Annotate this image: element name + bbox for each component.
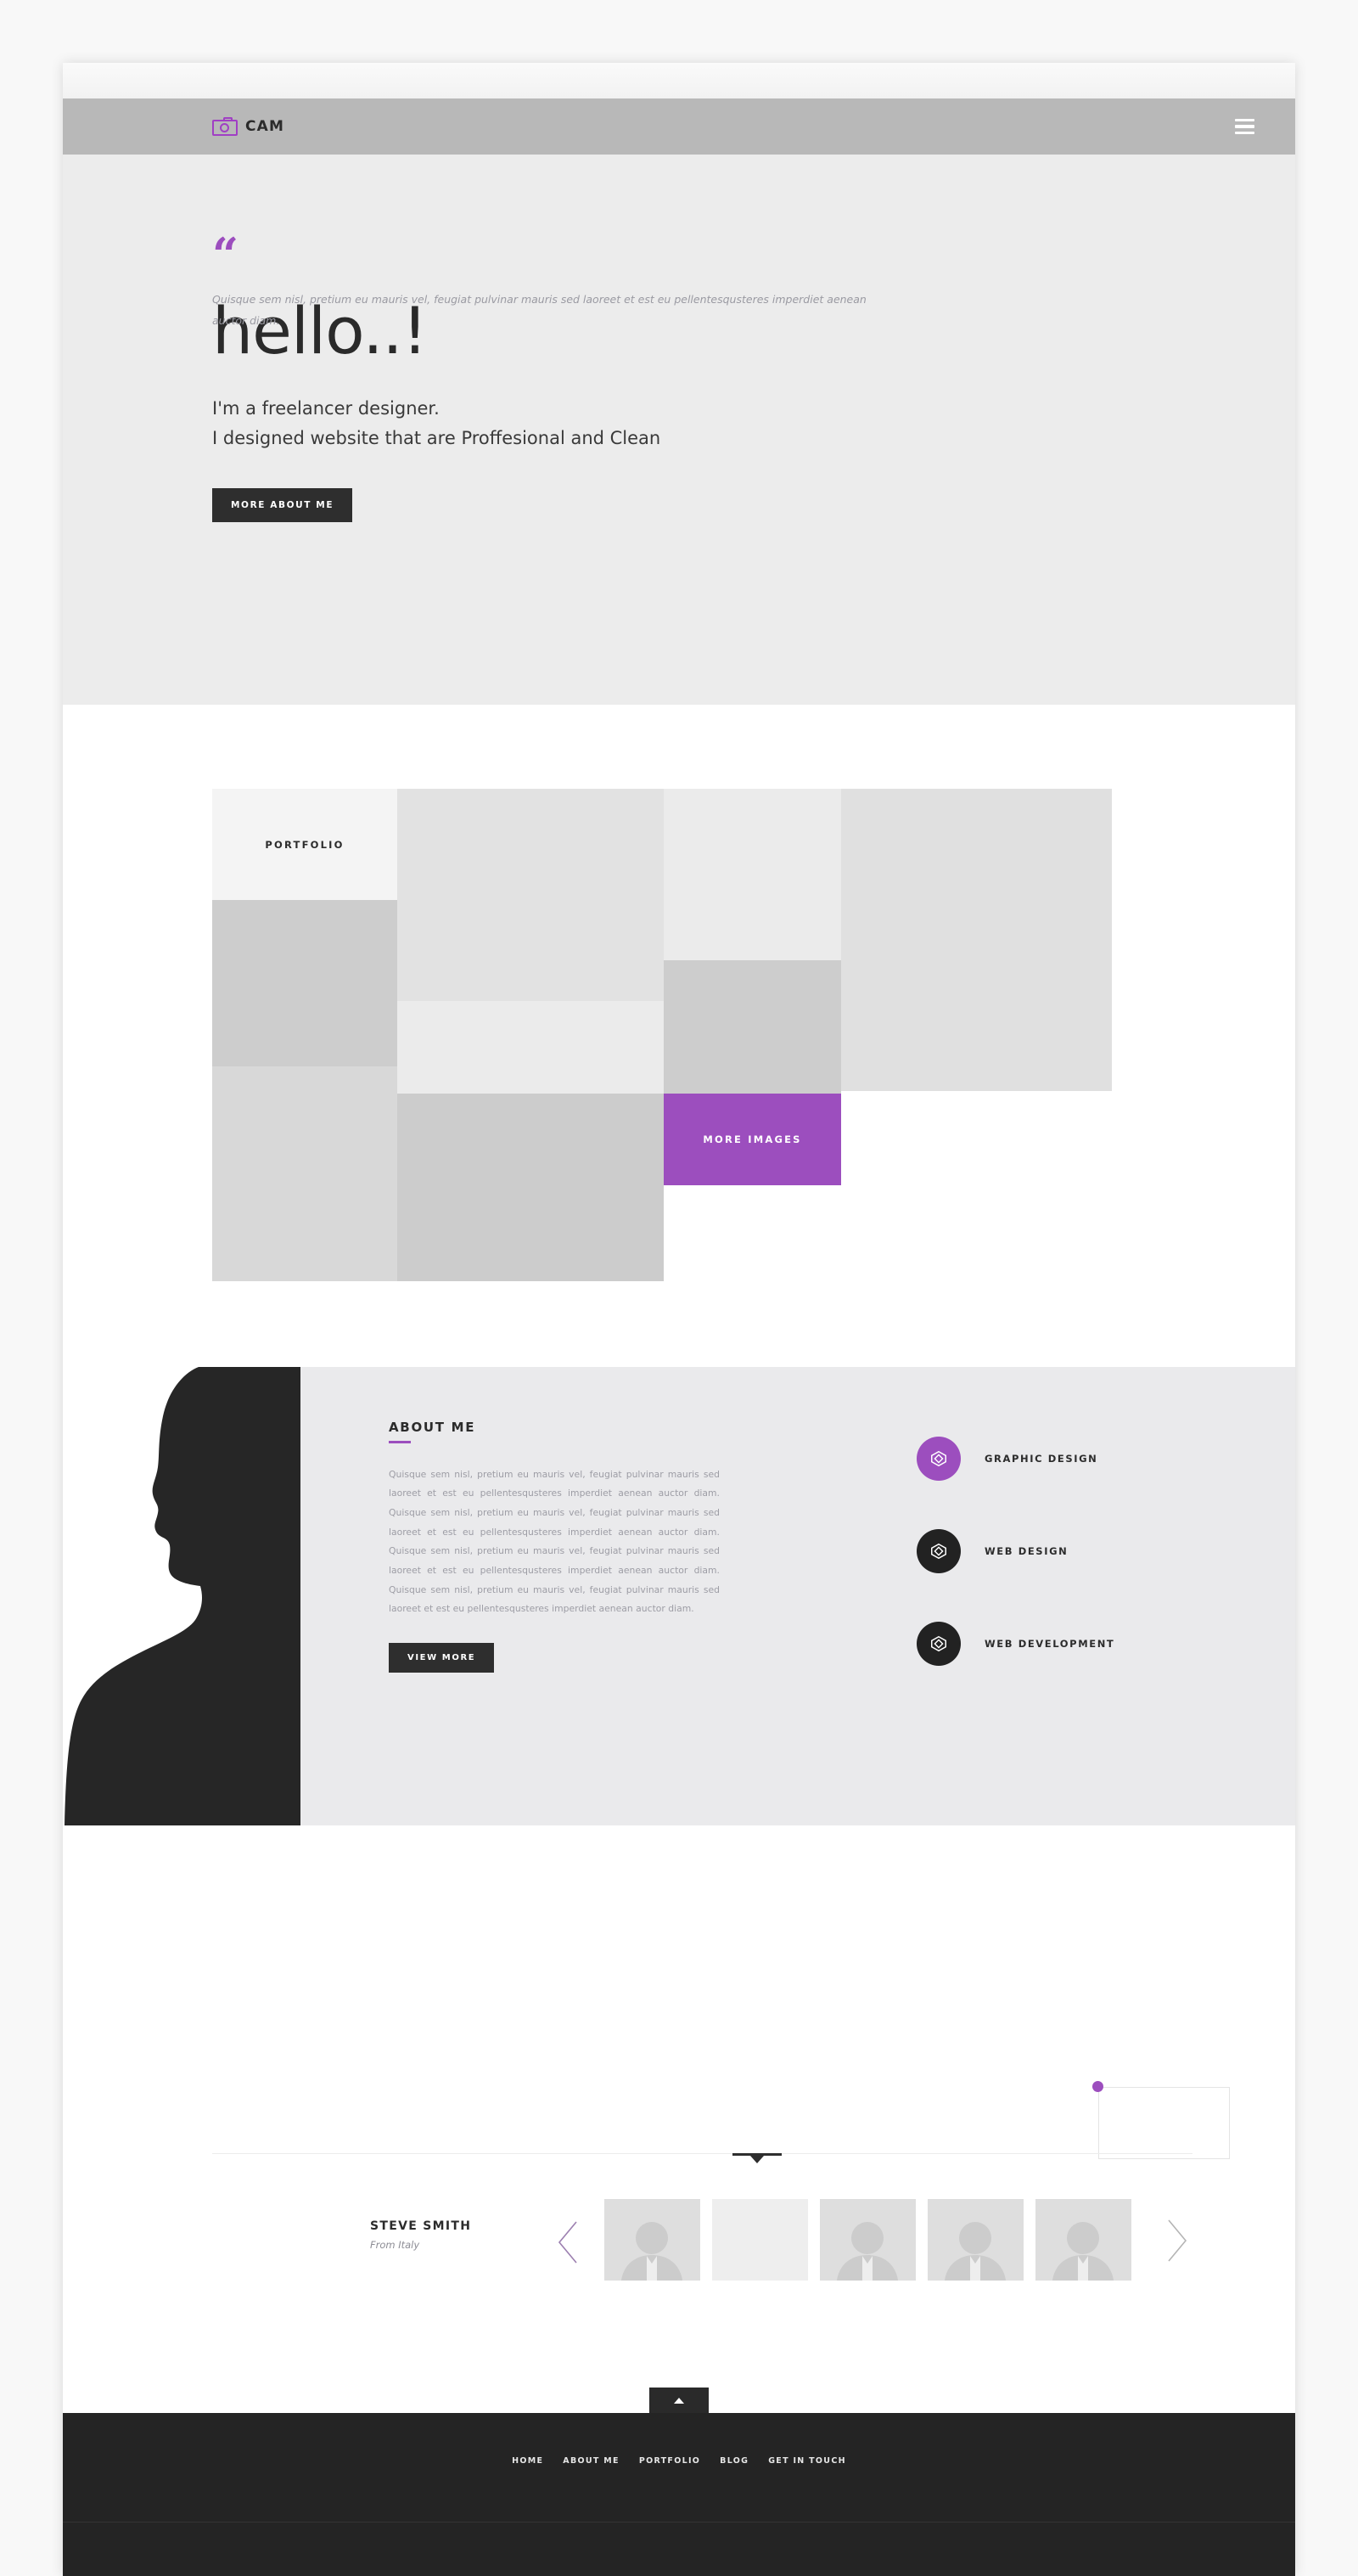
site-footer: HOME ABOUT ME PORTFOLIO BLOG GET IN TOUCH bbox=[63, 2413, 1295, 2576]
frame-top-strip bbox=[63, 63, 1295, 98]
testimonial-author-name: STEVE SMITH bbox=[370, 2219, 472, 2233]
service-label: WEB DEVELOPMENT bbox=[985, 1638, 1115, 1650]
service-item-3[interactable]: WEB DEVELOPMENT bbox=[917, 1622, 1114, 1666]
portfolio-grid: PORTFOLIO MORE IMAGES bbox=[212, 789, 1112, 1281]
view-more-button[interactable]: VIEW MORE bbox=[389, 1642, 495, 1673]
more-about-me-button[interactable]: MORE ABOUT ME bbox=[212, 488, 353, 523]
cube-icon bbox=[917, 1622, 961, 1666]
footer-link-portfolio[interactable]: PORTFOLIO bbox=[639, 2456, 700, 2466]
portfolio-tile-9[interactable] bbox=[397, 1094, 664, 1281]
profile-silhouette-icon bbox=[63, 1367, 300, 1825]
about-title-underline bbox=[389, 1441, 411, 1443]
portfolio-tile-5[interactable] bbox=[212, 900, 397, 1066]
cube-icon bbox=[917, 1437, 961, 1481]
portfolio-tile-6[interactable] bbox=[397, 1001, 664, 1094]
hero-line-1: I'm a freelancer designer. bbox=[212, 398, 440, 419]
testimonial-divider-caret bbox=[732, 2153, 782, 2163]
page-root: CAM hello..! I'm a freelancer designer. … bbox=[0, 0, 1358, 2576]
about-text-block: ABOUT ME Quisque sem nisl, pretium eu ma… bbox=[389, 1420, 720, 1673]
portfolio-tile-2[interactable] bbox=[397, 789, 664, 1001]
quote-mark-icon: “ bbox=[212, 228, 239, 282]
footer-nav: HOME ABOUT ME PORTFOLIO BLOG GET IN TOUCH bbox=[63, 2456, 1295, 2466]
about-title: ABOUT ME bbox=[389, 1420, 476, 1435]
hero-line-2: I designed website that are Proffesional… bbox=[212, 427, 661, 448]
cube-icon bbox=[917, 1529, 961, 1573]
testimonial-author: STEVE SMITH From Italy bbox=[370, 2219, 471, 2251]
portfolio-section: PORTFOLIO MORE IMAGES bbox=[63, 705, 1295, 1367]
portfolio-label-tile: PORTFOLIO bbox=[212, 789, 397, 900]
testimonial-ghost-dot bbox=[1092, 2081, 1103, 2092]
service-item-1[interactable]: GRAPHIC DESIGN bbox=[917, 1437, 1114, 1481]
about-body-text: Quisque sem nisl, pretium eu mauris vel,… bbox=[389, 1468, 720, 1615]
about-panel: ABOUT ME Quisque sem nisl, pretium eu ma… bbox=[63, 1367, 1295, 1825]
site-header: CAM bbox=[63, 98, 1295, 155]
about-section: ABOUT ME Quisque sem nisl, pretium eu ma… bbox=[63, 1367, 1295, 1842]
portfolio-tile-4[interactable] bbox=[841, 789, 1112, 1091]
service-label: WEB DESIGN bbox=[985, 1545, 1069, 1557]
footer-link-about-me[interactable]: ABOUT ME bbox=[563, 2456, 620, 2466]
footer-link-get-in-touch[interactable]: GET IN TOUCH bbox=[768, 2456, 846, 2466]
testimonial-author-from: From Italy bbox=[370, 2239, 420, 2251]
portfolio-tile-3[interactable] bbox=[664, 789, 841, 960]
scroll-to-top-button[interactable] bbox=[649, 2388, 709, 2413]
logo-text: CAM bbox=[245, 118, 285, 135]
testimonial-thumbnails bbox=[604, 2199, 1131, 2281]
chevron-right-icon[interactable] bbox=[1163, 2218, 1192, 2264]
footer-link-home[interactable]: HOME bbox=[512, 2456, 543, 2466]
site-logo[interactable]: CAM bbox=[212, 117, 284, 136]
testimonial-ghost-box bbox=[1098, 2087, 1230, 2159]
portfolio-more-tile[interactable]: MORE IMAGES bbox=[664, 1094, 841, 1185]
testimonial-thumb-4[interactable] bbox=[928, 2199, 1024, 2281]
testimonial-quote: Quisque sem nisl, pretium eu mauris vel,… bbox=[212, 293, 867, 327]
service-item-2[interactable]: WEB DESIGN bbox=[917, 1529, 1114, 1573]
testimonial-thumb-2[interactable] bbox=[712, 2199, 808, 2281]
browser-frame: CAM hello..! I'm a freelancer designer. … bbox=[63, 63, 1295, 2576]
portfolio-tile-8[interactable] bbox=[212, 1066, 397, 1281]
testimonial-thumb-3[interactable] bbox=[820, 2199, 916, 2281]
service-label: GRAPHIC DESIGN bbox=[985, 1453, 1098, 1465]
hamburger-menu-icon[interactable] bbox=[1235, 118, 1254, 135]
portfolio-tile-7[interactable] bbox=[664, 960, 841, 1094]
camera-icon bbox=[212, 117, 238, 136]
footer-link-blog[interactable]: BLOG bbox=[720, 2456, 749, 2466]
services-list: GRAPHIC DESIGN WEB DESIGN WEB DEVELOPMENT bbox=[917, 1437, 1114, 1714]
hero-section: hello..! I'm a freelancer designer. I de… bbox=[63, 155, 1295, 705]
testimonial-thumb-1[interactable] bbox=[604, 2199, 700, 2281]
testimonial-thumb-5[interactable] bbox=[1035, 2199, 1131, 2281]
footer-rule bbox=[63, 2522, 1295, 2523]
testimonial-divider bbox=[212, 2153, 1192, 2154]
chevron-left-icon[interactable] bbox=[553, 2219, 582, 2265]
